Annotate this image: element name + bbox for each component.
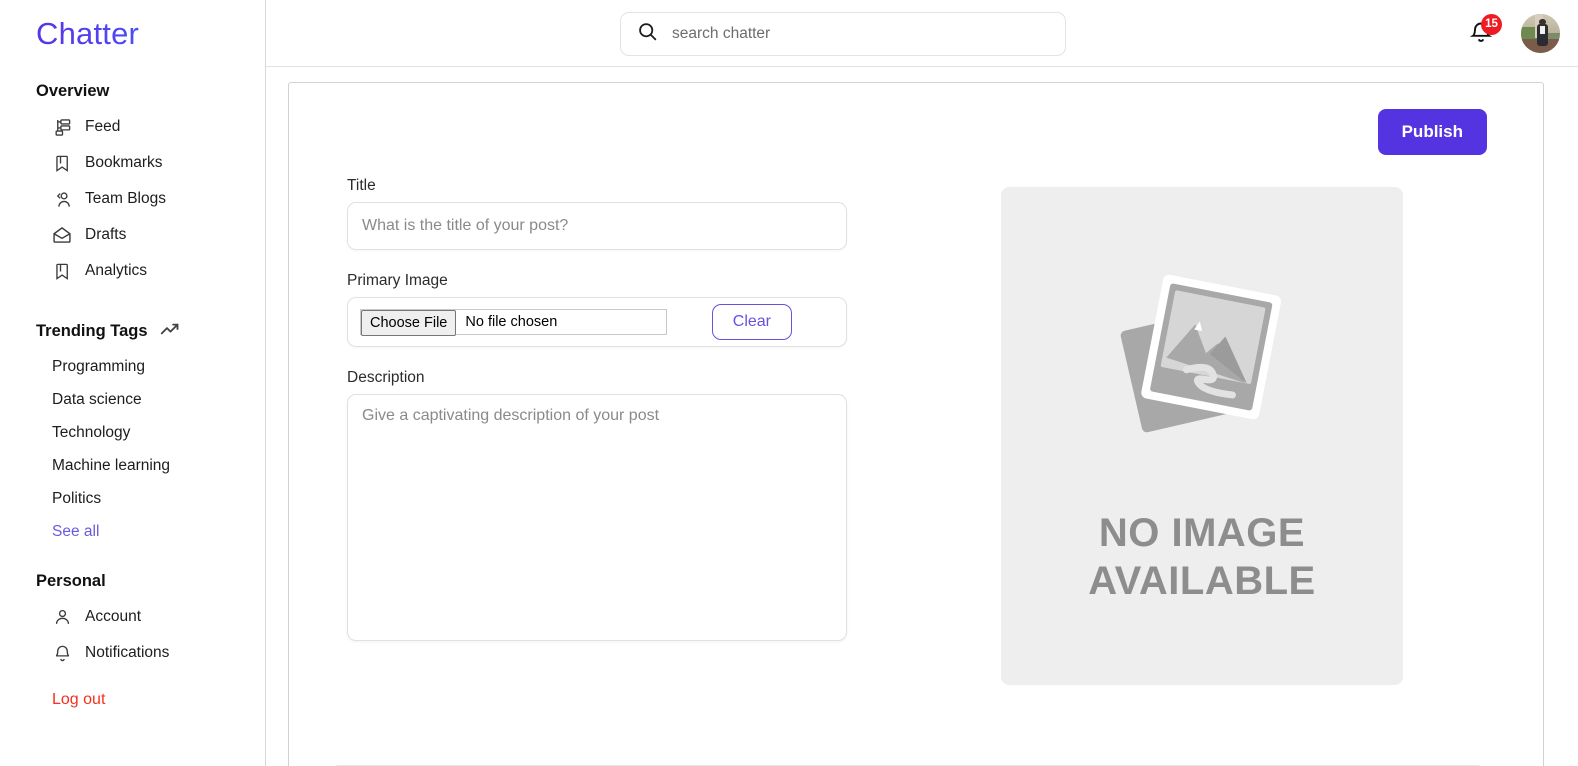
file-input[interactable]: Choose File No file chosen xyxy=(360,309,667,336)
description-field-label: Description xyxy=(347,369,425,386)
sidebar-item-label: Account xyxy=(85,608,142,625)
description-textarea[interactable] xyxy=(347,394,847,641)
notifications-button[interactable]: 15 xyxy=(1469,13,1502,49)
create-post-card: Publish Title Primary Image Choose File … xyxy=(288,82,1544,766)
sidebar-tag-data-science[interactable]: Data science xyxy=(0,383,265,416)
app-root: Chatter Overview Feed Bookmarks Team Blo… xyxy=(0,0,1578,766)
form-fields-column: Title Primary Image Choose File No file … xyxy=(333,177,847,685)
sidebar-item-drafts[interactable]: Drafts xyxy=(0,217,265,253)
main-area: 15 Publish Title xyxy=(266,0,1578,766)
sidebar-tag-programming[interactable]: Programming xyxy=(0,350,265,383)
image-preview-column: NO IMAGE AVAILABLE xyxy=(1001,177,1403,685)
sidebar-tag-machine-learning[interactable]: Machine learning xyxy=(0,449,265,482)
sidebar-item-label: Team Blogs xyxy=(85,190,166,207)
no-image-icon xyxy=(1099,262,1305,453)
trending-up-icon xyxy=(160,321,181,342)
choose-file-button[interactable]: Choose File xyxy=(361,310,457,336)
sidebar-item-bookmarks[interactable]: Bookmarks xyxy=(0,145,265,181)
sidebar-tag-technology[interactable]: Technology xyxy=(0,416,265,449)
personal-label: Personal xyxy=(36,572,106,590)
person-icon xyxy=(52,607,72,627)
sidebar-see-all-link[interactable]: See all xyxy=(0,515,265,548)
sidebar-section-personal-title: Personal xyxy=(0,572,265,591)
avatar[interactable] xyxy=(1521,14,1560,53)
bell-icon xyxy=(52,643,72,663)
sidebar-item-label: Drafts xyxy=(85,226,127,243)
file-status-text: No file chosen xyxy=(465,314,558,330)
sidebar-section-trending-title: Trending Tags xyxy=(0,321,265,342)
search-input[interactable] xyxy=(672,25,1049,43)
no-image-placeholder: NO IMAGE AVAILABLE xyxy=(1001,187,1403,685)
title-field-label: Title xyxy=(347,177,376,194)
clear-image-button[interactable]: Clear xyxy=(711,304,792,340)
team-icon xyxy=(52,189,72,209)
bookmark-icon xyxy=(52,261,72,281)
no-image-line1: NO IMAGE xyxy=(1098,510,1306,555)
sidebar-item-label: Notifications xyxy=(85,644,170,661)
publish-row: Publish xyxy=(333,109,1499,155)
search-icon xyxy=(637,21,658,47)
sidebar-item-label: Feed xyxy=(85,118,121,135)
trending-tags-label: Trending Tags xyxy=(36,322,148,340)
sidebar-tag-politics[interactable]: Politics xyxy=(0,482,265,515)
overview-label: Overview xyxy=(36,82,110,100)
primary-image-field-label: Primary Image xyxy=(347,272,448,289)
sidebar-item-label: Analytics xyxy=(85,262,148,279)
sidebar: Chatter Overview Feed Bookmarks Team Blo… xyxy=(0,0,266,766)
top-bar: 15 xyxy=(266,0,1578,67)
sidebar-item-account[interactable]: Account xyxy=(0,599,265,635)
sidebar-item-team-blogs[interactable]: Team Blogs xyxy=(0,181,265,217)
sidebar-item-feed[interactable]: Feed xyxy=(0,109,265,145)
logout-button[interactable]: Log out xyxy=(0,691,265,709)
sidebar-section-overview-title: Overview xyxy=(0,82,265,101)
feed-icon xyxy=(52,117,72,137)
sidebar-item-notifications[interactable]: Notifications xyxy=(0,635,265,671)
topbar-actions: 15 xyxy=(1469,0,1560,67)
no-image-line2: AVAILABLE xyxy=(1088,558,1316,603)
post-form: Title Primary Image Choose File No file … xyxy=(333,177,1499,685)
bookmark-icon xyxy=(52,153,72,173)
sidebar-item-analytics[interactable]: Analytics xyxy=(0,253,265,289)
notification-count-badge: 15 xyxy=(1481,13,1502,35)
primary-image-row: Choose File No file chosen Clear xyxy=(347,297,847,347)
title-input[interactable] xyxy=(347,202,847,250)
content-scroll-area: Publish Title Primary Image Choose File … xyxy=(266,67,1578,766)
search-bar[interactable] xyxy=(620,12,1066,56)
publish-button[interactable]: Publish xyxy=(1377,109,1487,155)
sidebar-item-label: Bookmarks xyxy=(85,154,163,171)
app-logo[interactable]: Chatter xyxy=(0,12,265,56)
envelope-icon xyxy=(52,225,72,245)
